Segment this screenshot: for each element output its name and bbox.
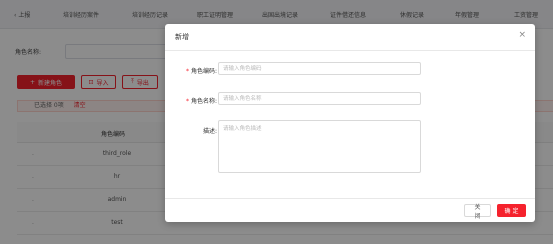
dialog-header: 新增 × bbox=[165, 24, 535, 51]
description-label: 描述: bbox=[202, 128, 217, 135]
required-mark: * bbox=[185, 98, 189, 105]
description-textarea[interactable] bbox=[218, 120, 421, 173]
add-role-dialog: 新增 × *角色编码: *角色名称: 描述: 关 闭 确 定 bbox=[165, 24, 535, 222]
role-code-label-text: 角色编码: bbox=[190, 68, 217, 75]
role-code-input[interactable] bbox=[218, 62, 421, 75]
dialog-footer: 关 闭 确 定 bbox=[165, 198, 535, 222]
role-code-label: * 角色编码: bbox=[165, 66, 217, 75]
close-icon[interactable]: × bbox=[518, 30, 526, 40]
close-button[interactable]: 关 闭 bbox=[464, 204, 491, 220]
role-name-input[interactable] bbox=[218, 92, 421, 105]
required-mark: * bbox=[185, 68, 189, 75]
dialog-title: 新增 bbox=[175, 33, 189, 41]
role-name-label-text: 角色名称: bbox=[190, 98, 217, 105]
confirm-button[interactable]: 确 定 bbox=[497, 204, 526, 217]
role-name-label: * 角色名称: bbox=[165, 96, 217, 105]
